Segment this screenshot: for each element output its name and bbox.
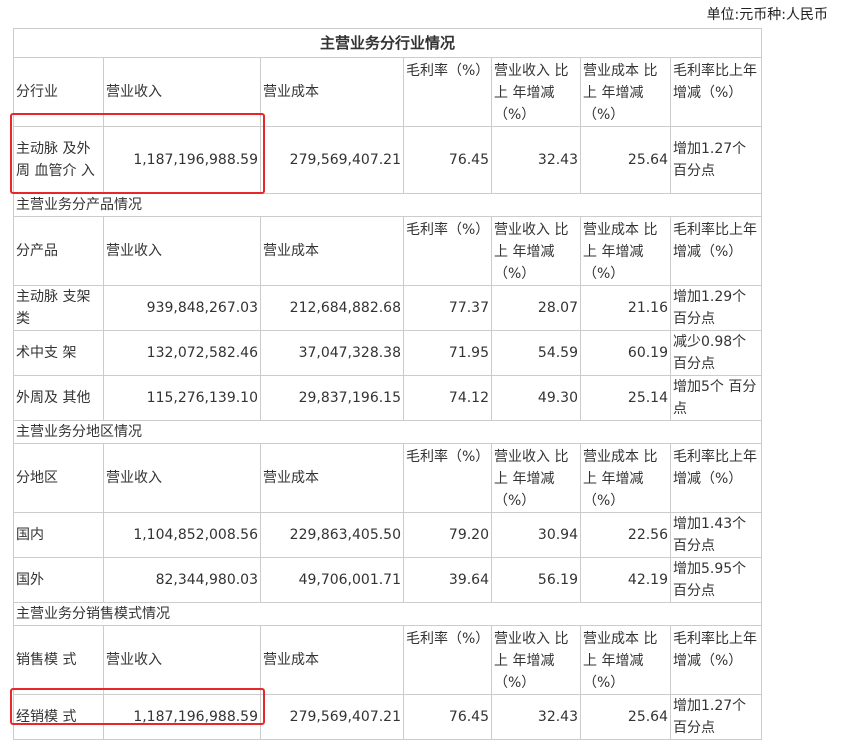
cell-rev_chg: 56.19	[492, 558, 581, 603]
row-label: 外周及 其他	[14, 376, 104, 421]
cell-cost_chg: 25.64	[581, 127, 671, 194]
table-row: 国内1,104,852,008.56229,863,405.5079.2030.…	[14, 513, 762, 558]
header-cell: 营业成本 比上 年增减（%）	[581, 444, 671, 513]
header-cell: 营业收入	[104, 58, 261, 127]
cell-gm: 76.45	[404, 127, 492, 194]
cell-rev_chg: 49.30	[492, 376, 581, 421]
table-title: 主营业务分行业情况	[14, 29, 762, 58]
header-cell: 营业成本	[261, 217, 404, 286]
header-cell: 营业收入	[104, 444, 261, 513]
row-label: 术中支 架	[14, 331, 104, 376]
cell-cost: 229,863,405.50	[261, 513, 404, 558]
cell-cost_chg: 42.19	[581, 558, 671, 603]
section-label: 主营业务分产品情况	[14, 194, 762, 217]
header-cell: 营业收入	[104, 626, 261, 695]
cell-gm_chg: 增加5.95个百分点	[671, 558, 762, 603]
cell-rev: 939,848,267.03	[104, 286, 261, 331]
header-cell: 营业收入 比上 年增减（%）	[492, 217, 581, 286]
row-label: 国内	[14, 513, 104, 558]
header-cell: 营业成本 比上 年增减（%）	[581, 217, 671, 286]
row-label: 国外	[14, 558, 104, 603]
cell-rev: 82,344,980.03	[104, 558, 261, 603]
header-cell: 营业收入 比上 年增减（%）	[492, 444, 581, 513]
header-cell: 营业成本	[261, 626, 404, 695]
cell-rev_chg: 32.43	[492, 695, 581, 740]
header-cell: 毛利率（%）	[404, 626, 492, 695]
row-label: 主动脉 支架类	[14, 286, 104, 331]
header-cell: 分产品	[14, 217, 104, 286]
header-cell: 毛利率（%）	[404, 217, 492, 286]
header-cell: 营业收入	[104, 217, 261, 286]
header-cell: 毛利率比上年增减（%）	[671, 217, 762, 286]
header-cell: 毛利率（%）	[404, 444, 492, 513]
cell-cost_chg: 25.64	[581, 695, 671, 740]
cell-gm_chg: 增加1.29个百分点	[671, 286, 762, 331]
header-cell: 营业成本	[261, 58, 404, 127]
section-label: 主营业务分地区情况	[14, 421, 762, 444]
header-cell: 营业收入 比上 年增减（%）	[492, 58, 581, 127]
header-cell: 毛利率（%）	[404, 58, 492, 127]
cell-gm_chg: 增加1.43个百分点	[671, 513, 762, 558]
cell-cost_chg: 22.56	[581, 513, 671, 558]
cell-rev: 1,104,852,008.56	[104, 513, 261, 558]
cell-gm_chg: 增加1.27个百分点	[671, 127, 762, 194]
header-cell: 营业成本 比上 年增减（%）	[581, 626, 671, 695]
cell-gm: 76.45	[404, 695, 492, 740]
cell-gm: 71.95	[404, 331, 492, 376]
cell-cost_chg: 25.14	[581, 376, 671, 421]
header-cell: 毛利率比上年增减（%）	[671, 444, 762, 513]
cell-cost: 29,837,196.15	[261, 376, 404, 421]
row-label: 经销模 式	[14, 695, 104, 740]
header-cell: 营业收入 比上 年增减（%）	[492, 626, 581, 695]
cell-gm: 39.64	[404, 558, 492, 603]
cell-rev: 132,072,582.46	[104, 331, 261, 376]
header-cell: 毛利率比上年增减（%）	[671, 58, 762, 127]
cell-gm: 77.37	[404, 286, 492, 331]
table-row: 经销模 式1,187,196,988.59279,569,407.2176.45…	[14, 695, 762, 740]
cell-cost: 279,569,407.21	[261, 695, 404, 740]
header-cell: 营业成本	[261, 444, 404, 513]
header-cell: 分地区	[14, 444, 104, 513]
cell-rev_chg: 30.94	[492, 513, 581, 558]
cell-cost: 49,706,001.71	[261, 558, 404, 603]
cell-rev_chg: 54.59	[492, 331, 581, 376]
unit-label: 单位:元币种:人民币	[707, 4, 828, 24]
cell-cost: 279,569,407.21	[261, 127, 404, 194]
cell-cost_chg: 21.16	[581, 286, 671, 331]
cell-gm_chg: 减少0.98个百分点	[671, 331, 762, 376]
cell-rev_chg: 28.07	[492, 286, 581, 331]
section-label: 主营业务分销售模式情况	[14, 603, 762, 626]
cell-cost_chg: 60.19	[581, 331, 671, 376]
cell-gm: 74.12	[404, 376, 492, 421]
cell-cost: 37,047,328.38	[261, 331, 404, 376]
row-label: 主动脉 及外周 血管介 入	[14, 127, 104, 194]
cell-rev: 1,187,196,988.59	[104, 127, 261, 194]
table-row: 主动脉 及外周 血管介 入1,187,196,988.59279,569,407…	[14, 127, 762, 194]
cell-rev: 1,187,196,988.59	[104, 695, 261, 740]
table-row: 国外82,344,980.0349,706,001.7139.6456.1942…	[14, 558, 762, 603]
cell-cost: 212,684,882.68	[261, 286, 404, 331]
main-business-table: 主营业务分行业情况分行业营业收入营业成本毛利率（%）营业收入 比上 年增减（%）…	[13, 28, 762, 740]
cell-gm: 79.20	[404, 513, 492, 558]
header-cell: 营业成本 比上 年增减（%）	[581, 58, 671, 127]
cell-rev_chg: 32.43	[492, 127, 581, 194]
cell-gm_chg: 增加1.27个百分点	[671, 695, 762, 740]
header-cell: 销售模 式	[14, 626, 104, 695]
header-cell: 毛利率比上年增减（%）	[671, 626, 762, 695]
cell-rev: 115,276,139.10	[104, 376, 261, 421]
cell-gm_chg: 增加5个 百分点	[671, 376, 762, 421]
table-row: 术中支 架132,072,582.4637,047,328.3871.9554.…	[14, 331, 762, 376]
table-row: 主动脉 支架类939,848,267.03212,684,882.6877.37…	[14, 286, 762, 331]
header-cell: 分行业	[14, 58, 104, 127]
table-row: 外周及 其他115,276,139.1029,837,196.1574.1249…	[14, 376, 762, 421]
